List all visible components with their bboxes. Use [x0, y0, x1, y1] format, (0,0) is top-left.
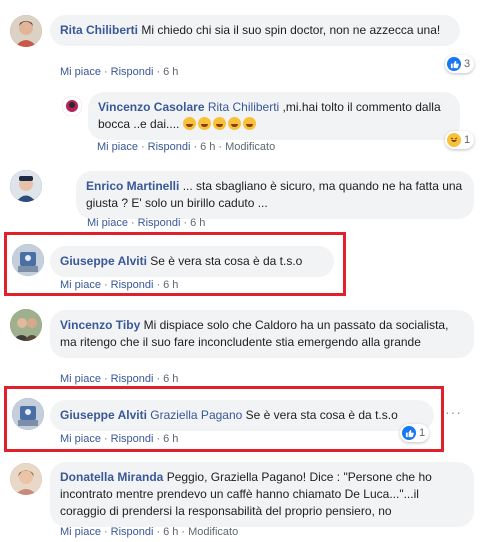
reaction-number: 3	[464, 58, 471, 70]
avatar-image	[12, 398, 44, 430]
comment-bubble: Vincenzo Casolare Rita Chiliberti ,mi.ha…	[88, 92, 460, 140]
comment-bubble: Giuseppe Alviti Graziella Pagano Se è ve…	[50, 400, 434, 431]
avatar-image	[10, 463, 42, 495]
laughing-emoji-group	[182, 117, 258, 131]
reply-link[interactable]: Rispondi	[111, 279, 154, 291]
comment-author[interactable]: Rita Chiliberti	[60, 23, 138, 37]
laughing-emoji-icon	[227, 117, 241, 130]
comment-author[interactable]: Donatella Miranda	[60, 470, 163, 484]
mention-tag[interactable]: Rita Chiliberti	[208, 100, 279, 114]
reply-link[interactable]: Rispondi	[148, 141, 191, 153]
comment-bubble: Enrico Martinelli ... sta sbagliano è si…	[76, 171, 474, 219]
avatar[interactable]	[10, 463, 42, 495]
timestamp[interactable]: 6 h	[163, 279, 178, 291]
timestamp[interactable]: 6 h	[163, 526, 178, 538]
comment-text: Se è vera sta cosa è da t.s.o	[150, 254, 303, 268]
comment-bubble: Vincenzo Tiby Mi dispiace solo che Caldo…	[50, 310, 474, 358]
reaction-count[interactable]: 1	[445, 131, 475, 149]
avatar-image	[10, 15, 42, 47]
like-link[interactable]: Mi piace	[60, 526, 101, 538]
reply-link[interactable]: Rispondi	[111, 433, 154, 445]
avatar[interactable]	[10, 170, 42, 202]
comment-author[interactable]: Giuseppe Alviti	[60, 408, 147, 422]
laughing-emoji-icon	[182, 117, 196, 130]
avatar[interactable]	[12, 398, 44, 430]
avatar[interactable]	[10, 309, 42, 341]
mention-tag[interactable]: Graziella Pagano	[150, 408, 242, 422]
like-link[interactable]: Mi piace	[97, 141, 138, 153]
like-link[interactable]: Mi piace	[60, 433, 101, 445]
reaction-count[interactable]: 1	[400, 424, 430, 442]
comment-text: Se è vera sta cosa è da t.s.o	[245, 408, 398, 422]
reply-link[interactable]: Rispondi	[138, 217, 181, 229]
comment-actions: Mi piace · Rispondi · 6 h	[87, 217, 206, 229]
avatar-image	[12, 244, 44, 276]
haha-reaction-icon	[447, 133, 461, 147]
reaction-count[interactable]: 3	[445, 55, 475, 73]
reply-link[interactable]: Rispondi	[111, 526, 154, 538]
timestamp[interactable]: 6 h	[190, 217, 205, 229]
like-link[interactable]: Mi piace	[87, 217, 128, 229]
laughing-emoji-icon	[242, 117, 256, 130]
like-link[interactable]: Mi piace	[60, 279, 101, 291]
avatar-image	[10, 309, 42, 341]
comment-actions: Mi piace · Rispondi · 6 h	[60, 433, 179, 445]
comment-actions: Mi piace · Rispondi · 6 h · Modificato	[97, 141, 276, 153]
comment-author[interactable]: Enrico Martinelli	[86, 179, 179, 193]
like-link[interactable]: Mi piace	[60, 66, 101, 78]
timestamp[interactable]: 6 h	[163, 66, 178, 78]
comment-author[interactable]: Giuseppe Alviti	[60, 254, 147, 268]
avatar[interactable]	[10, 15, 42, 47]
timestamp[interactable]: 6 h	[163, 433, 178, 445]
comment-actions: Mi piace · Rispondi · 6 h	[60, 279, 179, 291]
like-reaction-icon	[402, 426, 416, 440]
edited-label[interactable]: Modificato	[225, 141, 275, 153]
reaction-number: 1	[464, 134, 471, 146]
comment-bubble: Giuseppe Alviti Se è vera sta cosa è da …	[50, 246, 334, 277]
reply-link[interactable]: Rispondi	[111, 66, 154, 78]
like-reaction-icon	[447, 57, 461, 71]
comment-author[interactable]: Vincenzo Tiby	[60, 318, 140, 332]
laughing-emoji-icon	[197, 117, 211, 130]
timestamp[interactable]: 6 h	[200, 141, 215, 153]
comment-actions: Mi piace · Rispondi · 6 h · Modificato	[60, 526, 239, 538]
avatar-image	[10, 170, 42, 202]
comment-bubble: Donatella Miranda Peggio, Graziella Paga…	[50, 462, 474, 527]
like-link[interactable]: Mi piace	[60, 373, 101, 385]
avatar-image	[62, 96, 82, 116]
laughing-emoji-icon	[212, 117, 226, 130]
reaction-number: 1	[419, 427, 426, 439]
comment-bubble: Rita Chiliberti Mi chiedo chi sia il suo…	[50, 15, 460, 46]
edited-label[interactable]: Modificato	[188, 526, 238, 538]
avatar[interactable]	[12, 244, 44, 276]
more-options-icon[interactable]: ···	[445, 404, 462, 420]
comment-actions: Mi piace · Rispondi · 6 h	[60, 373, 179, 385]
comment-actions: Mi piace · Rispondi · 6 h	[60, 66, 179, 78]
comment-text: Mi chiedo chi sia il suo spin doctor, no…	[141, 23, 441, 37]
comment-author[interactable]: Vincenzo Casolare	[98, 100, 205, 114]
reply-link[interactable]: Rispondi	[111, 373, 154, 385]
avatar[interactable]	[62, 96, 82, 116]
timestamp[interactable]: 6 h	[163, 373, 178, 385]
